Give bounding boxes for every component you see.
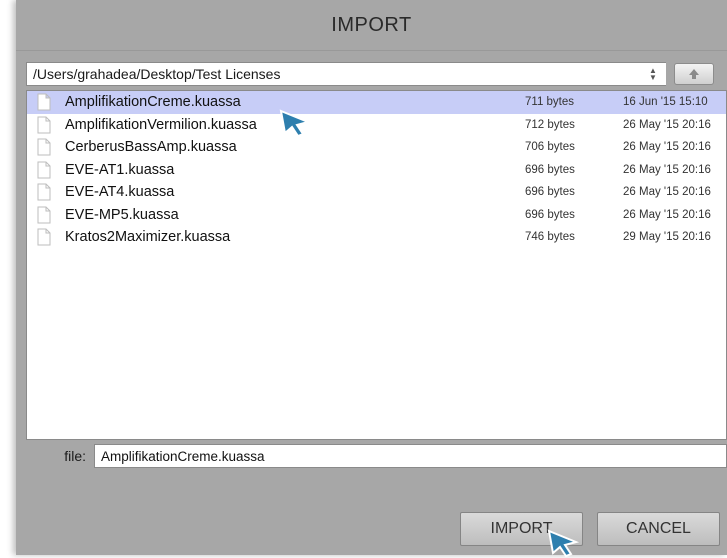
file-row[interactable]: AmplifikationCreme.kuassa 711 bytes 16 Jun… [27,91,726,114]
file-size: 706 bytes [525,141,575,154]
parent-folder-button[interactable] [674,63,714,85]
file-list[interactable]: AmplifikationCreme.kuassa 711 bytes 16 Jun… [26,90,727,440]
document-icon [37,206,51,223]
file-row[interactable]: AmplifikationVermilion.kuassa 712 bytes 26… [27,114,726,137]
up-arrow-icon [689,69,699,79]
document-icon [37,93,51,111]
file-name: EVE-AT4.kuassa [65,184,175,201]
file-date: 26 May '15 20:16 [623,163,711,176]
file-size: 696 bytes [525,208,575,221]
import-button[interactable]: IMPORT [460,512,583,546]
file-date: 29 May '15 20:16 [623,231,711,244]
file-date: 26 May '15 20:16 [623,118,711,131]
cancel-button[interactable]: CANCEL [597,512,720,546]
path-selector[interactable]: /Users/grahadea/Desktop/Test Licenses ▲ ▼ [26,62,666,86]
file-bar: file: [26,444,727,468]
document-icon [37,116,51,133]
file-row[interactable]: EVE-AT1.kuassa 696 bytes 26 May '15 20:16 [27,159,726,182]
file-size: 696 bytes [525,186,575,199]
file-row[interactable]: EVE-AT4.kuassa 696 bytes 26 May '15 20:16 [27,181,726,204]
up-down-chevron-icon[interactable]: ▲ ▼ [646,66,660,82]
file-name: EVE-AT1.kuassa [65,161,175,178]
document-icon [37,161,51,178]
document-icon [37,138,51,156]
file-name: AmplifikationCreme.kuassa [65,94,241,111]
dialog-title: IMPORT [16,0,727,51]
file-name: CerberusBassAmp.kuassa [65,139,237,156]
import-button-label: IMPORT [490,520,553,537]
file-date: 26 May '15 20:16 [623,208,711,221]
file-name-input[interactable] [94,444,727,468]
file-name: Kratos2Maximizer.kuassa [65,229,231,246]
file-size: 711 bytes [525,96,575,109]
path-bar: /Users/grahadea/Desktop/Test Licenses ▲ ▼ [26,62,727,86]
import-dialog: IMPORT /Users/grahadea/Desktop/Test Lice… [16,0,727,558]
file-row[interactable]: CerberusBassAmp.kuassa 706 bytes 26 May '1… [27,136,726,159]
path-text: /Users/grahadea/Desktop/Test Licenses [33,66,281,82]
file-size: 696 bytes [525,163,575,176]
file-date: 16 Jun '15 15:10 [623,96,708,109]
document-icon [37,228,51,246]
file-size: 746 bytes [525,231,575,244]
file-name: AmplifikationVermilion.kuassa [65,116,257,133]
file-row[interactable]: Kratos2Maximizer.kuassa 746 bytes 29 May '… [27,226,726,249]
file-size: 712 bytes [525,118,575,131]
file-row[interactable]: EVE-MP5.kuassa 696 bytes 26 May '15 20:16 [27,204,726,227]
document-icon [37,183,51,201]
file-name: EVE-MP5.kuassa [65,206,179,223]
file-label: file: [64,448,86,464]
cancel-button-label: CANCEL [626,520,691,537]
file-date: 26 May '15 20:16 [623,186,711,199]
file-date: 26 May '15 20:16 [623,141,711,154]
